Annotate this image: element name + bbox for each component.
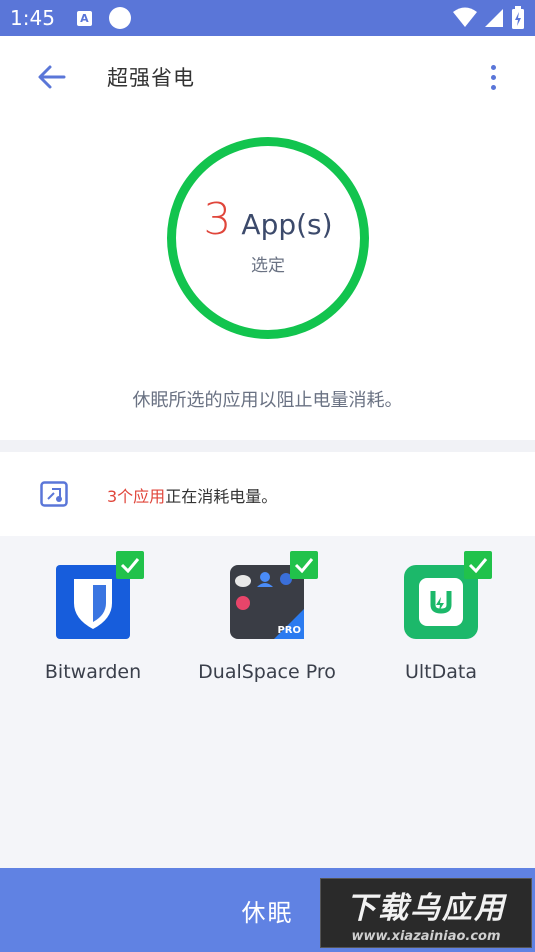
selected-unit: App(s) bbox=[241, 208, 333, 241]
selected-count: 3 bbox=[203, 194, 232, 245]
back-button[interactable] bbox=[34, 62, 70, 92]
signal-icon bbox=[485, 9, 503, 27]
status-right-icons bbox=[453, 6, 525, 30]
circle-notification-icon bbox=[108, 7, 131, 29]
arrow-left-icon bbox=[38, 65, 66, 89]
section-divider bbox=[0, 440, 535, 452]
status-time: 1:45 bbox=[10, 6, 55, 30]
app-icon-wrap: PRO bbox=[230, 551, 318, 639]
check-icon bbox=[468, 558, 488, 573]
app-icon-wrap bbox=[56, 551, 144, 639]
more-dot-icon bbox=[490, 74, 496, 80]
apps-grid: Bitwarden PRO DualSpace Pro UltData bbox=[0, 536, 535, 868]
info-text: 正在消耗电量。 bbox=[165, 487, 278, 506]
selected-label: 选定 bbox=[251, 256, 285, 276]
more-dot-icon bbox=[490, 84, 496, 90]
info-count-highlight: 3个应用 bbox=[107, 487, 166, 506]
wifi-icon bbox=[453, 7, 477, 27]
app-icon-wrap bbox=[404, 551, 492, 639]
status-bar: 1:45 A bbox=[0, 0, 535, 36]
hibernate-description: 休眠所选的应用以阻止电量消耗。 bbox=[132, 390, 403, 411]
page-title: 超强省电 bbox=[107, 66, 195, 90]
app-name: Bitwarden bbox=[44, 661, 142, 683]
app-name: DualSpace Pro bbox=[198, 661, 336, 683]
app-checkbox[interactable] bbox=[116, 551, 144, 579]
hibernate-button-label: 休眠 bbox=[241, 898, 294, 927]
check-icon bbox=[294, 558, 314, 573]
app-checkbox[interactable] bbox=[290, 551, 318, 579]
info-message: 3个应用正在消耗电量。 bbox=[107, 483, 277, 507]
toolbar: 超强省电 bbox=[0, 36, 535, 118]
app-name: UltData bbox=[404, 661, 477, 683]
selected-apps-ring: 3 App(s) 选定 bbox=[167, 137, 369, 339]
app-item-ultdata[interactable]: UltData bbox=[356, 551, 526, 683]
more-dot-icon bbox=[490, 64, 496, 70]
info-row: 3个应用正在消耗电量。 bbox=[0, 452, 535, 536]
app-checkbox[interactable] bbox=[464, 551, 492, 579]
watermark-title: 下载乌应用 bbox=[346, 890, 506, 926]
site-watermark: 下载乌应用 www.xiazainiao.com bbox=[320, 878, 532, 948]
watermark-url: www.xiazainiao.com bbox=[351, 928, 501, 944]
app-item-dualspace-pro[interactable]: PRO DualSpace Pro bbox=[182, 551, 352, 683]
check-icon bbox=[120, 558, 140, 573]
more-options-button[interactable] bbox=[480, 62, 506, 92]
battery-icon bbox=[512, 6, 524, 29]
app-item-bitwarden[interactable]: Bitwarden bbox=[8, 551, 178, 683]
font-notification-icon: A bbox=[76, 10, 92, 26]
selected-count-row: 3 App(s) bbox=[203, 194, 332, 245]
app-power-icon bbox=[40, 481, 68, 507]
pro-badge: PRO bbox=[277, 625, 301, 636]
